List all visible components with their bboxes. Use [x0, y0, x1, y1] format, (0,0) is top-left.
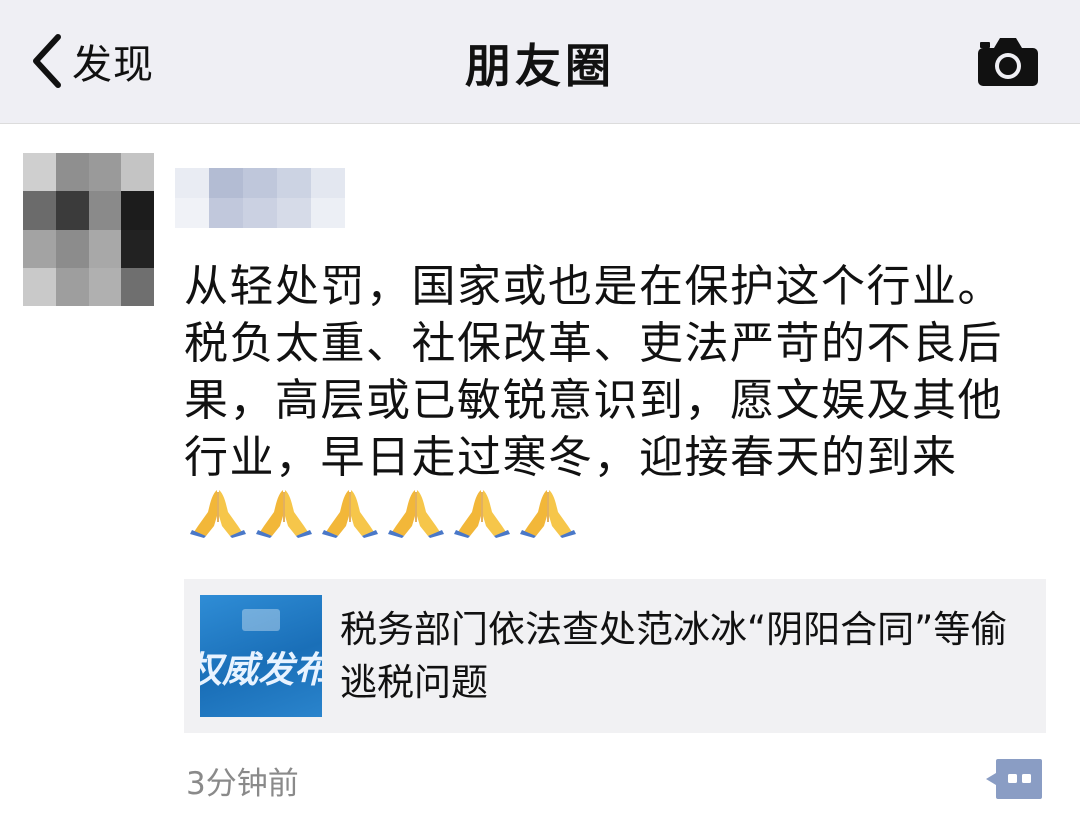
comment-button[interactable]: [984, 757, 1044, 801]
post-text-block: 从轻处罚，国家或也是在保护这个行业。税负太重、社保改革、吏法严苛的不良后果，高层…: [184, 258, 1044, 544]
avatar[interactable]: [23, 153, 154, 306]
post-timestamp: 3分钟前: [186, 766, 299, 802]
prayer-emoji-row: [190, 486, 586, 538]
link-card[interactable]: 权威发布 税务部门依法查处范冰冰“阴阳合同”等偷逃税问题: [184, 579, 1046, 733]
prayer-hands-icon: [454, 490, 510, 538]
link-title: 税务部门依法查处范冰冰“阴阳合同”等偷逃税问题: [340, 608, 1008, 704]
comment-bubble-icon: [986, 759, 1042, 799]
post-text: 从轻处罚，国家或也是在保护这个行业。税负太重、社保改革、吏法严苛的不良后果，高层…: [184, 261, 1003, 483]
prayer-hands-icon: [388, 490, 444, 538]
link-thumbnail: 权威发布: [200, 595, 322, 717]
username-blurred[interactable]: [175, 168, 345, 228]
prayer-hands-icon: [190, 490, 246, 538]
page-title: 朋友圈: [465, 39, 615, 93]
thumbnail-text: 权威发布: [200, 650, 322, 691]
navigation-bar: 发现 朋友圈: [0, 0, 1080, 124]
prayer-hands-icon: [322, 490, 378, 538]
camera-icon: [978, 38, 1038, 86]
thumbnail-logo: [242, 609, 280, 631]
prayer-hands-icon: [256, 490, 312, 538]
prayer-hands-icon: [520, 490, 576, 538]
camera-button[interactable]: [974, 34, 1042, 88]
